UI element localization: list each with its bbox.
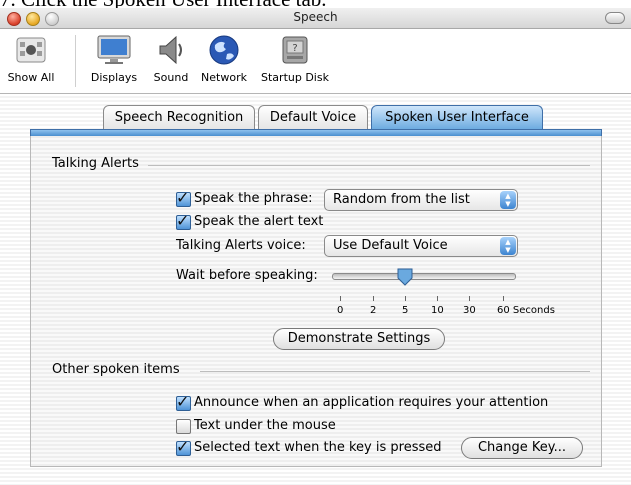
window-title: Speech xyxy=(293,10,338,24)
speak-phrase-label: Speak the phrase: xyxy=(194,191,313,206)
announce-checkbox[interactable]: ✓ xyxy=(176,392,191,411)
checkmark-icon: ✓ xyxy=(176,392,190,411)
group-divider xyxy=(148,165,590,166)
tick-mark xyxy=(469,296,470,301)
tick-label: 60 Seconds xyxy=(497,305,555,316)
voice-popup[interactable]: Use Default Voice ▲ ▼ xyxy=(324,235,518,257)
apple-grid-icon xyxy=(11,33,51,67)
group-label-talking-alerts: Talking Alerts xyxy=(52,156,139,171)
tick-mark xyxy=(503,296,504,301)
tab-default-voice[interactable]: Default Voice xyxy=(258,105,368,130)
svg-text:?: ? xyxy=(292,43,297,54)
tick-mark xyxy=(373,296,374,301)
wait-slider-track[interactable] xyxy=(332,273,516,280)
toolbar-label: Startup Disk xyxy=(261,71,329,84)
updown-arrows-icon: ▲ ▼ xyxy=(500,237,516,255)
checkmark-icon: ✓ xyxy=(176,437,190,456)
toolbar-label: Show All xyxy=(7,71,55,84)
tick-mark xyxy=(405,296,406,301)
wait-slider-thumb[interactable] xyxy=(397,268,413,286)
globe-icon xyxy=(204,33,244,67)
phrase-popup-value: Random from the list xyxy=(333,192,470,207)
tick-label: 2 xyxy=(370,305,377,316)
disk-icon: ? xyxy=(275,33,315,67)
checkmark-icon: ✓ xyxy=(176,188,190,207)
updown-arrows-icon: ▲ ▼ xyxy=(500,191,516,209)
toolbar: Show All Displays Sound Network ? Startu… xyxy=(0,29,631,94)
tick-label: 30 xyxy=(463,305,476,316)
toolbar-startup-disk[interactable]: ? Startup Disk xyxy=(256,33,334,84)
toolbar-displays[interactable]: Displays xyxy=(88,33,140,84)
speak-phrase-checkbox[interactable]: ✓ xyxy=(176,188,191,207)
change-key-button[interactable]: Change Key... xyxy=(461,437,583,459)
speak-alert-text-label: Speak the alert text xyxy=(194,214,324,229)
tick-label: 10 xyxy=(431,305,444,316)
display-icon xyxy=(94,33,134,67)
voice-label: Talking Alerts voice: xyxy=(176,238,306,253)
selected-text-checkbox[interactable]: ✓ xyxy=(176,437,191,456)
toolbar-show-all[interactable]: Show All xyxy=(6,33,56,84)
speak-alert-text-checkbox[interactable]: ✓ xyxy=(176,211,191,230)
clipped-caption: 7. Click the Spoken User Interface tab. xyxy=(0,0,631,8)
announce-label: Announce when an application requires yo… xyxy=(194,395,549,410)
selected-text-label: Selected text when the key is pressed xyxy=(194,440,442,455)
toolbar-label: Sound xyxy=(153,71,189,84)
voice-popup-value: Use Default Voice xyxy=(333,238,448,253)
toolbar-label: Displays xyxy=(90,71,138,84)
toolbar-sound[interactable]: Sound xyxy=(150,33,192,84)
wait-label: Wait before speaking: xyxy=(176,268,318,283)
speech-window: Speech Show All Displays Sound Network ?… xyxy=(0,8,631,485)
toolbar-separator xyxy=(75,35,76,87)
group-label-other-items: Other spoken items xyxy=(52,362,180,377)
tab-spoken-user-interface[interactable]: Spoken User Interface xyxy=(371,105,543,130)
toolbar-network[interactable]: Network xyxy=(198,33,250,84)
phrase-popup[interactable]: Random from the list ▲ ▼ xyxy=(324,189,518,211)
tab-speech-recognition[interactable]: Speech Recognition xyxy=(103,105,255,130)
tick-mark xyxy=(437,296,438,301)
group-divider xyxy=(200,371,590,372)
text-under-mouse-checkbox[interactable] xyxy=(176,419,191,434)
demonstrate-settings-button[interactable]: Demonstrate Settings xyxy=(273,328,445,350)
toolbar-label: Network xyxy=(201,71,247,84)
tick-mark xyxy=(340,296,341,301)
text-under-mouse-label: Text under the mouse xyxy=(194,418,336,433)
checkmark-icon: ✓ xyxy=(176,211,190,230)
tick-label: 0 xyxy=(337,305,344,316)
toolbar-toggle-button[interactable] xyxy=(605,12,625,24)
tick-label: 5 xyxy=(402,305,409,316)
title-bar[interactable]: Speech xyxy=(0,8,631,29)
speaker-icon xyxy=(151,33,191,67)
